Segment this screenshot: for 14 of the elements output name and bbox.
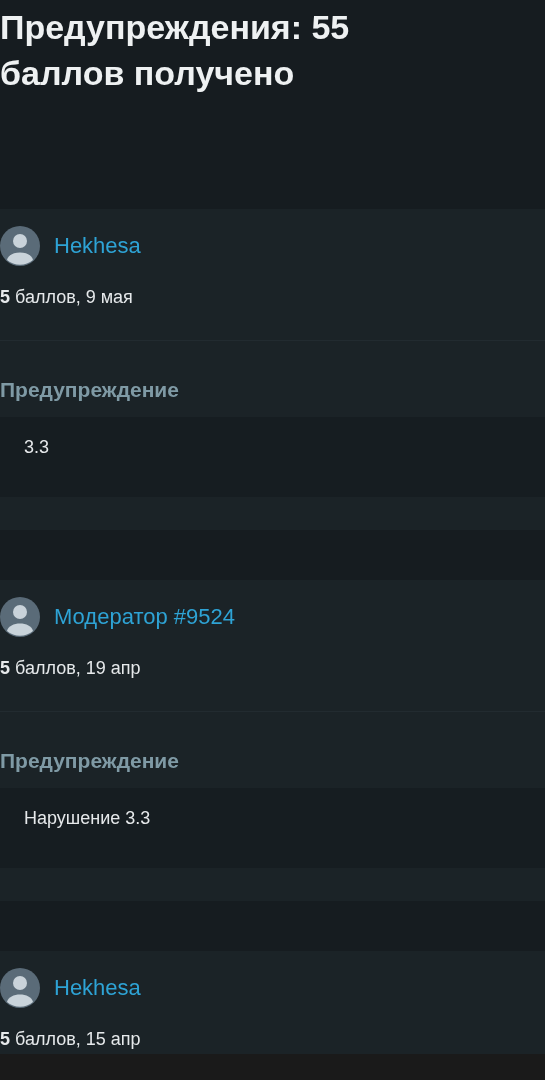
section-label: Предупреждение [0, 377, 180, 403]
reason-text: 3.3 [0, 417, 545, 497]
avatar-icon [0, 968, 40, 1008]
author-link[interactable]: Hekhesa [54, 233, 141, 259]
page-title: Предупреждения: 55 баллов получено [0, 7, 351, 94]
points-text: 5 баллов, 9 мая [0, 286, 134, 308]
author-link[interactable]: Модератор #9524 [54, 604, 235, 630]
avatar-icon [0, 597, 40, 637]
points-text: 5 баллов, 15 апр [0, 1028, 142, 1050]
avatar-icon [0, 226, 40, 266]
points-text: 5 баллов, 19 апр [0, 657, 142, 679]
author-link[interactable]: Hekhesa [54, 975, 141, 1001]
reason-text: Нарушение 3.3 [0, 788, 545, 868]
section-label: Предупреждение [0, 748, 180, 774]
